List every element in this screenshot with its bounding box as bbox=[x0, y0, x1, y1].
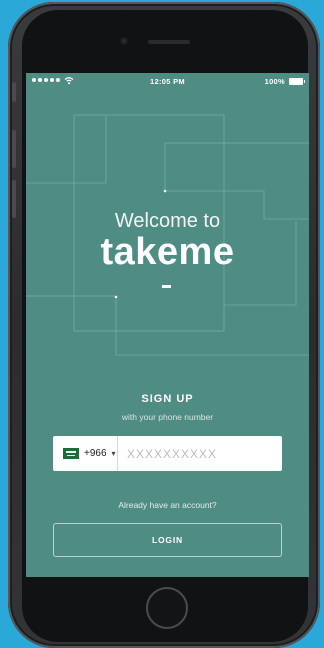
battery-percent: 100% bbox=[264, 77, 285, 86]
volume-down-button bbox=[12, 180, 16, 218]
phone-number-input[interactable] bbox=[118, 436, 282, 471]
welcome-heading: Welcome to bbox=[114, 210, 221, 232]
have-account-prompt: Already have an account? bbox=[118, 500, 217, 510]
earpiece-speaker bbox=[148, 40, 190, 44]
front-camera bbox=[120, 37, 128, 45]
mute-switch bbox=[12, 82, 16, 102]
country-code: +966 bbox=[84, 448, 107, 459]
status-bar: 12:05 PM 100% bbox=[26, 73, 309, 91]
login-button[interactable]: LOGIN bbox=[53, 523, 282, 557]
chevron-down-icon: ▾ bbox=[111, 449, 116, 458]
phone-number-field: +966 ▾ bbox=[53, 436, 282, 471]
volume-up-button bbox=[12, 130, 16, 168]
home-button[interactable] bbox=[146, 587, 188, 629]
brand-logo: takeme bbox=[100, 231, 235, 273]
brand-underline bbox=[162, 285, 171, 288]
country-code-selector[interactable]: +966 ▾ bbox=[53, 436, 118, 471]
saudi-arabia-flag-icon bbox=[63, 448, 79, 459]
battery-icon bbox=[289, 78, 305, 85]
app-screen: 12:05 PM 100% Welcome to takeme SIGN UP … bbox=[26, 73, 309, 577]
signup-title: SIGN UP bbox=[141, 393, 194, 405]
signup-subtitle: with your phone number bbox=[121, 412, 214, 422]
